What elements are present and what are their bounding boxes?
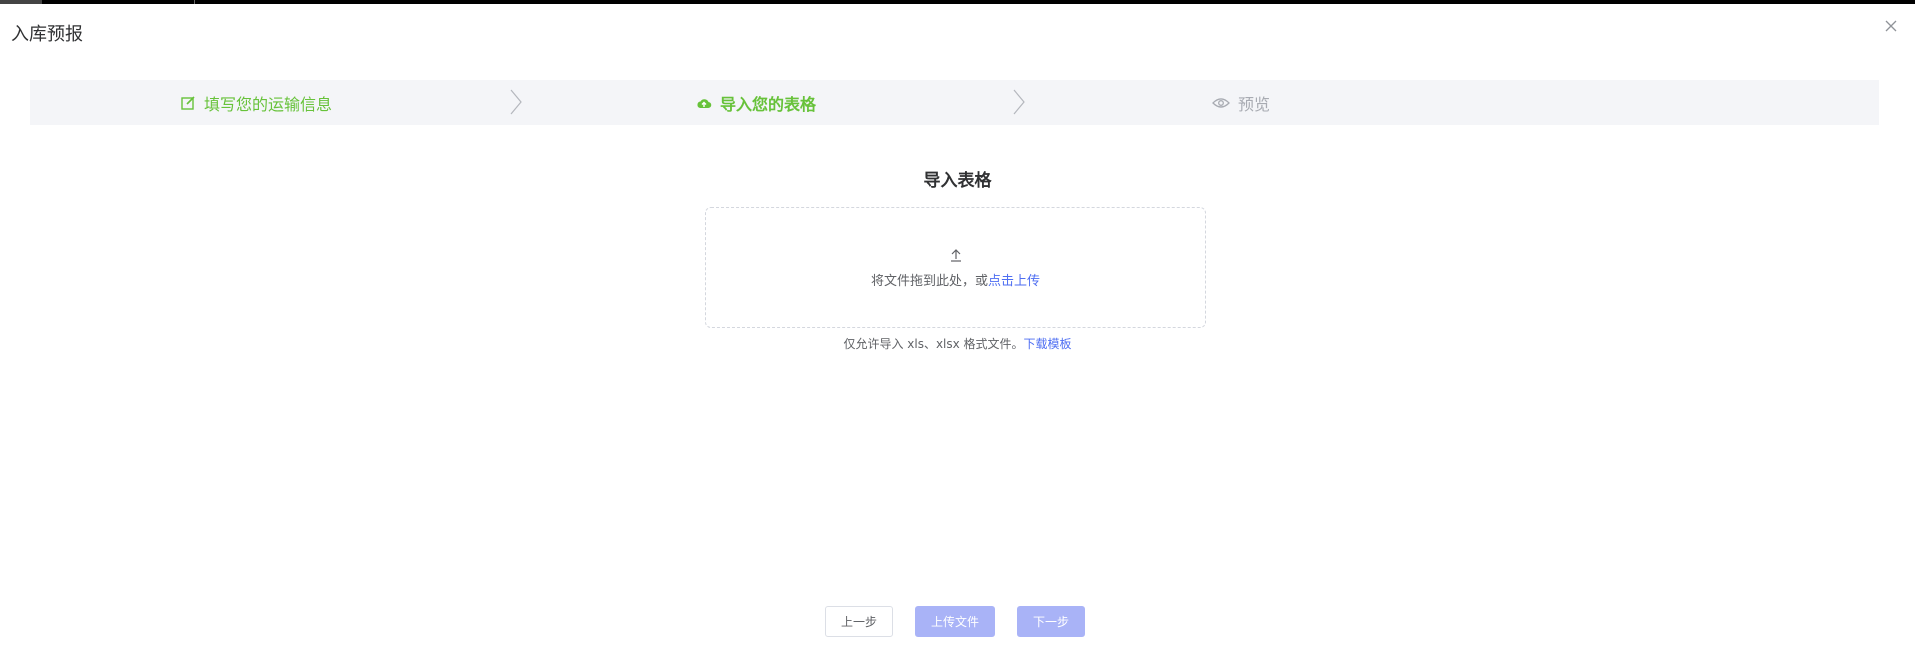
window-divider	[194, 0, 195, 4]
cloud-upload-icon	[697, 98, 712, 108]
step-label: 预览	[1238, 94, 1271, 114]
drop-instruction: 将文件拖到此处，或	[870, 274, 988, 289]
step-label: 导入您的表格	[720, 94, 817, 114]
step-shipping-info[interactable]: 填写您的运输信息	[180, 80, 332, 125]
step-import-table[interactable]: 导入您的表格	[696, 80, 816, 125]
hint-text: 仅允许导入 xls、xlsx 格式文件。	[843, 337, 1024, 351]
download-template-link[interactable]: 下载模板	[1024, 337, 1072, 351]
steps-bar: 填写您的运输信息 导入您的表格 预览	[30, 80, 1879, 125]
dropzone-text: 将文件拖到此处，或点击上传	[706, 270, 1205, 289]
chevron-right-icon	[1013, 89, 1025, 115]
step-label: 填写您的运输信息	[204, 94, 333, 114]
edit-icon	[181, 95, 195, 110]
eye-icon	[1212, 97, 1230, 108]
dialog-title: 入库预报	[11, 24, 83, 45]
chevron-right-icon	[510, 89, 522, 115]
step-preview[interactable]: 预览	[1212, 80, 1270, 125]
close-button[interactable]	[1881, 16, 1901, 36]
window-tab-indicator	[0, 0, 42, 4]
click-upload-link[interactable]: 点击上传	[988, 274, 1040, 289]
window-top-bar	[0, 0, 1915, 4]
upload-dropzone[interactable]: 将文件拖到此处，或点击上传	[705, 207, 1206, 328]
upload-file-button[interactable]: 上传文件	[915, 606, 995, 637]
prev-step-button[interactable]: 上一步	[825, 606, 893, 637]
next-step-button[interactable]: 下一步	[1017, 606, 1085, 637]
upload-icon	[951, 249, 961, 262]
close-icon	[1885, 20, 1897, 32]
section-title: 导入表格	[923, 171, 992, 191]
upload-hint: 仅允许导入 xls、xlsx 格式文件。下载模板	[0, 335, 1915, 352]
